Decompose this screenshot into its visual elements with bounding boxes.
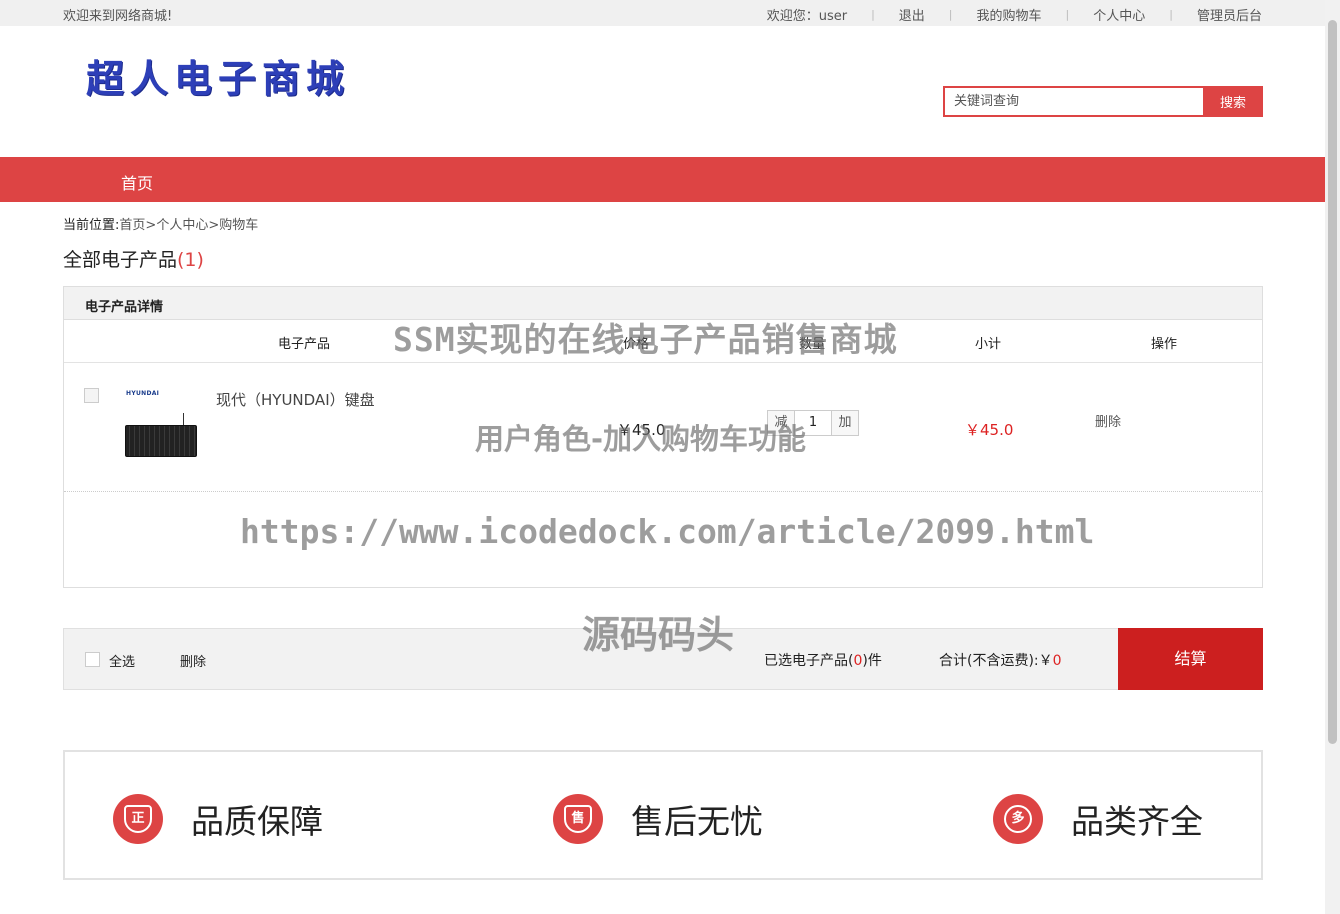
cart-detail-header: 电子产品详情 (64, 287, 1262, 320)
guarantee-panel: 正 品质保障 售 售后无忧 多 品类齐全 (63, 750, 1263, 880)
selected-suffix: )件 (862, 653, 882, 669)
column-action: 操作 (1151, 337, 1178, 352)
column-subtotal: 小计 (975, 337, 1002, 352)
batch-delete-link[interactable]: 删除 (180, 651, 206, 670)
quality-icon-char: 正 (124, 805, 152, 833)
cart-column-headers: 电子产品 价格 数量 小计 操作 (64, 320, 1262, 363)
breadcrumb-home[interactable]: 首页 (119, 218, 145, 233)
decrease-button[interactable]: 减 (768, 411, 794, 435)
product-count: (1) (177, 249, 204, 271)
after-sales-badge-icon: 售 (553, 794, 603, 844)
breadcrumb: 当前位置:首页>个人中心>购物车 (63, 214, 258, 233)
nav-item-home[interactable]: 首页 (121, 170, 153, 194)
select-all-label[interactable]: 全选 (109, 651, 135, 670)
guarantee-quality-text: 品质保障 (191, 802, 323, 841)
user-center-link[interactable]: 个人中心 (1093, 5, 1145, 24)
page-title-text: 全部电子产品 (63, 249, 178, 271)
user-greeting[interactable]: 欢迎您：user (767, 5, 847, 24)
column-price: 价格 (623, 337, 650, 352)
variety-icon-char: 多 (1004, 805, 1032, 833)
divider: | (948, 8, 953, 21)
divider: | (1169, 8, 1173, 21)
scrollbar-thumb[interactable] (1328, 20, 1337, 744)
total-value: 0 (1052, 653, 1062, 669)
item-checkbox[interactable] (84, 388, 99, 403)
breadcrumb-separator: > (145, 218, 157, 233)
after-sales-icon-char: 售 (564, 805, 592, 833)
breadcrumb-cart[interactable]: 购物车 (219, 218, 258, 233)
checkout-button[interactable]: 结算 (1118, 628, 1263, 690)
product-brand-mark: HYUNDAI (126, 390, 160, 397)
column-product: 电子产品 (278, 337, 331, 352)
quality-badge-icon: 正 (113, 794, 163, 844)
breadcrumb-label: 当前位置: (63, 218, 120, 233)
guarantee-variety-text: 品类齐全 (1071, 802, 1203, 841)
quantity-stepper: 减 1 加 (767, 410, 859, 436)
total-label: 合计(不含运费):￥ (939, 653, 1053, 669)
guarantee-variety: 多 品类齐全 (993, 794, 1203, 844)
item-subtotal: ￥45.0 (965, 421, 1014, 439)
product-price: ￥45.0 (617, 421, 666, 439)
top-bar: 欢迎来到网络商城! 欢迎您：user | 退出 | 我的购物车 | 个人中心 |… (0, 0, 1325, 26)
guarantee-after-sales: 售 售后无忧 (553, 794, 763, 844)
search-box: 搜索 (943, 86, 1263, 117)
selected-count-text: 已选电子产品(0)件 (764, 650, 882, 670)
column-quantity: 数量 (799, 337, 826, 352)
divider: | (871, 8, 875, 21)
increase-button[interactable]: 加 (832, 411, 858, 435)
site-logo[interactable]: 超人电子商城 (86, 48, 350, 103)
search-input[interactable] (943, 86, 1203, 117)
selected-prefix: 已选电子产品( (764, 653, 854, 669)
select-all-checkbox[interactable] (85, 652, 100, 667)
product-name[interactable]: 现代（HYUNDAI）键盘 (216, 389, 375, 410)
cart-row: HYUNDAI 现代（HYUNDAI）键盘 ￥45.0 减 1 加 ￥45.0 … (64, 363, 1262, 492)
product-image-keyboard[interactable]: HYUNDAI (125, 387, 197, 457)
my-cart-link[interactable]: 我的购物车 (977, 5, 1042, 24)
page-scrollbar[interactable] (1325, 0, 1340, 914)
variety-badge-icon: 多 (993, 794, 1043, 844)
breadcrumb-user-center[interactable]: 个人中心 (156, 218, 208, 233)
admin-link[interactable]: 管理员后台 (1197, 5, 1262, 24)
delete-item-link[interactable]: 删除 (1095, 411, 1121, 430)
cart-summary-bar: 全选 删除 已选电子产品(0)件 合计(不含运费):￥0 结算 (63, 628, 1263, 690)
keyboard-body (125, 425, 197, 457)
page-title: 全部电子产品(1) (63, 245, 204, 272)
welcome-text: 欢迎来到网络商城! (63, 9, 173, 24)
divider: | (1065, 8, 1070, 21)
guarantee-after-sales-text: 售后无忧 (631, 802, 763, 841)
cart-table: 电子产品详情 电子产品 价格 数量 小计 操作 HYUNDAI 现代（HYUND… (63, 286, 1263, 588)
quantity-value[interactable]: 1 (794, 411, 832, 435)
main-nav: 首页 (0, 157, 1325, 202)
search-button[interactable]: 搜索 (1203, 86, 1263, 117)
breadcrumb-separator: > (208, 218, 220, 233)
top-links: 欢迎您：user | 退出 | 我的购物车 | 个人中心 | 管理员后台 (767, 5, 1262, 24)
guarantee-quality: 正 品质保障 (113, 794, 323, 844)
logout-link[interactable]: 退出 (899, 5, 925, 24)
total-text: 合计(不含运费):￥0 (939, 650, 1062, 670)
